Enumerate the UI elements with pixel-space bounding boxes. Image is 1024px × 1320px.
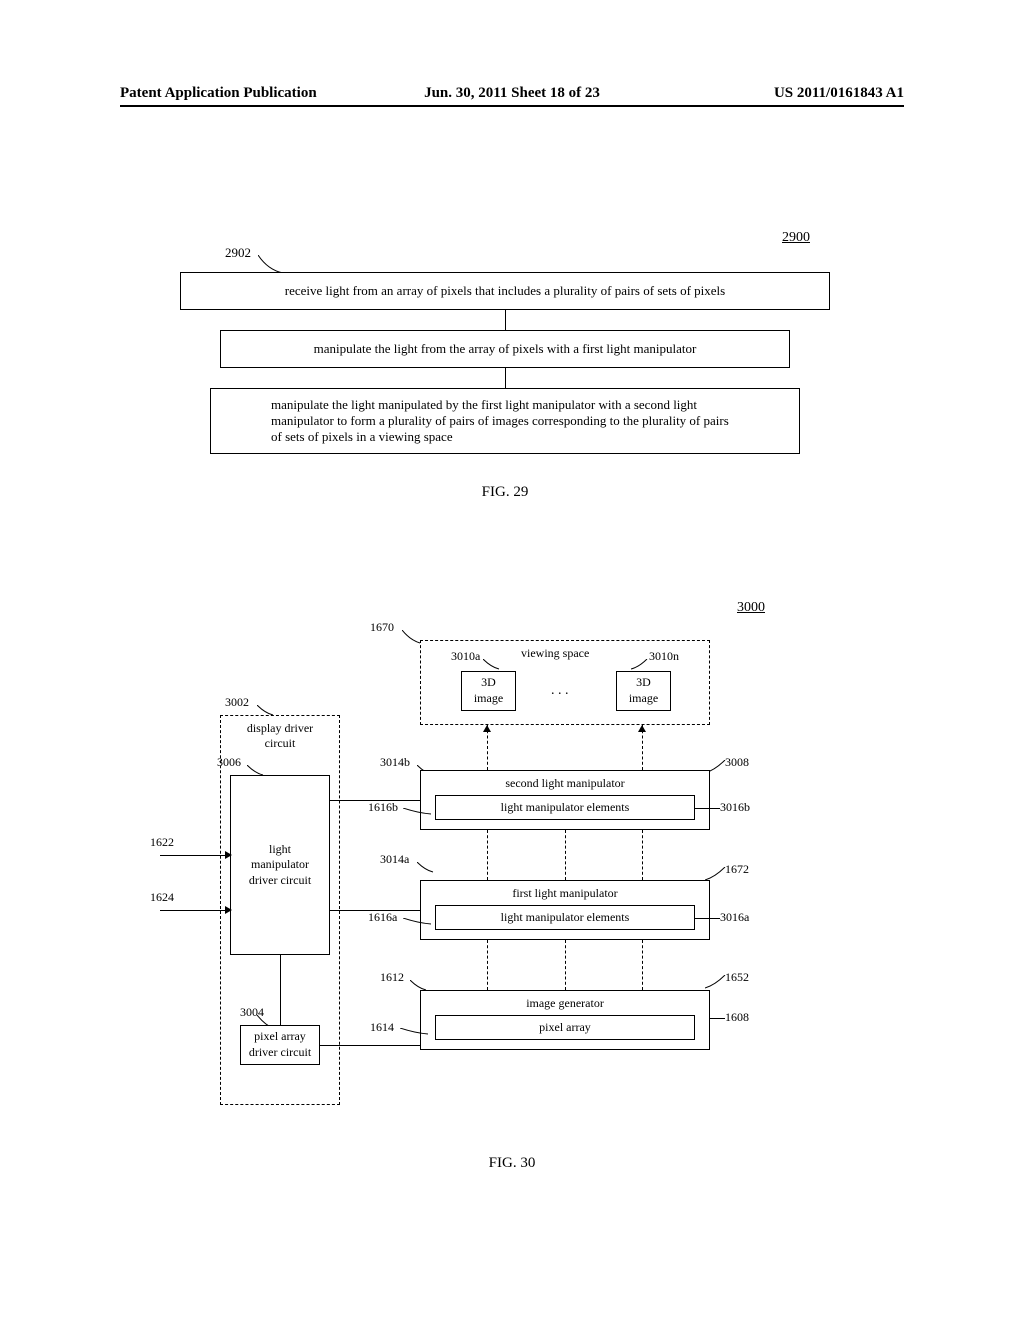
ref-2902: 2902 xyxy=(225,245,251,261)
ref-1614: 1614 xyxy=(370,1020,394,1035)
3d-image-n: 3D image xyxy=(616,671,671,711)
ref-3010n: 3010n xyxy=(649,649,679,664)
leader-3010n xyxy=(631,659,649,671)
step-2902-box: receive light from an array of pixels th… xyxy=(180,272,830,310)
fig30-number: 3000 xyxy=(737,600,765,616)
leader-1616b xyxy=(403,808,433,818)
arrow-a xyxy=(483,725,491,732)
ref-3016a: 3016a xyxy=(720,910,749,925)
page-header: Patent Application Publication Jun. 30, … xyxy=(0,85,1024,102)
leader-1608 xyxy=(710,1018,725,1019)
step-2906-text: manipulate the light manipulated by the … xyxy=(271,397,729,444)
header-center: Jun. 30, 2011 Sheet 18 of 23 xyxy=(381,85,642,102)
arrow-n xyxy=(638,725,646,732)
line-driver-v xyxy=(280,955,281,1025)
ref-3008: 3008 xyxy=(725,755,749,770)
ref-3006: 3006 xyxy=(217,755,241,770)
header-divider xyxy=(120,105,904,107)
step-2904-box: manipulate the light from the array of p… xyxy=(220,330,790,368)
dash-low-c xyxy=(642,940,643,990)
ref-1670: 1670 xyxy=(370,620,394,635)
image-generator-label: image generator xyxy=(526,996,604,1011)
ref-1616a: 1616a xyxy=(368,910,397,925)
light-manip-driver-box: light manipulator driver circuit xyxy=(230,775,330,955)
connector-2 xyxy=(505,368,506,388)
ref-1622: 1622 xyxy=(150,835,174,850)
dash-mid-a xyxy=(487,830,488,880)
light-manip-elements-b: light manipulator elements xyxy=(435,795,695,820)
line-1624 xyxy=(160,910,230,911)
header-right: US 2011/0161843 A1 xyxy=(643,85,904,102)
display-driver-label: display driver circuit xyxy=(221,721,339,751)
leader-1670 xyxy=(402,630,422,645)
fig29-caption: FIG. 29 xyxy=(180,484,830,501)
ref-1624: 1624 xyxy=(150,890,174,905)
figure-30: 3000 1670 viewing space 3010a 3010n 3D i… xyxy=(145,590,745,1120)
leader-3010a xyxy=(483,659,501,671)
dash-low-b xyxy=(565,940,566,990)
connector-1 xyxy=(505,310,506,330)
step-2906-box: manipulate the light manipulated by the … xyxy=(210,388,800,454)
viewing-space-label: viewing space xyxy=(521,646,589,661)
viewing-space-box: viewing space 3010a 3010n 3D image . . .… xyxy=(420,640,710,725)
leader-1652 xyxy=(705,975,727,990)
first-light-manip-label: first light manipulator xyxy=(512,886,617,901)
ref-3016b: 3016b xyxy=(720,800,750,815)
ref-1608: 1608 xyxy=(725,1010,749,1025)
leader-3014a xyxy=(417,862,435,874)
header-left: Patent Application Publication xyxy=(120,85,381,102)
fig29-number: 2900 xyxy=(782,230,810,246)
line-3014b xyxy=(330,800,420,801)
light-manip-elements-a: light manipulator elements xyxy=(435,905,695,930)
dash-mid-c xyxy=(642,830,643,880)
leader-1616a xyxy=(403,918,433,928)
ref-3010a: 3010a xyxy=(451,649,480,664)
ref-1616b: 1616b xyxy=(368,800,398,815)
arrow-1624 xyxy=(225,906,232,914)
arrow-1622 xyxy=(225,851,232,859)
line-pixel-driver xyxy=(320,1045,420,1046)
line-1622 xyxy=(160,855,230,856)
pixel-array-inner: pixel array xyxy=(435,1015,695,1040)
leader-3016a xyxy=(695,918,720,919)
step-2904-text: manipulate the light from the array of p… xyxy=(314,341,697,356)
line-3014a xyxy=(330,910,420,911)
dots-3d: . . . xyxy=(551,683,569,699)
leader-1614 xyxy=(400,1028,430,1038)
dash-low-a xyxy=(487,940,488,990)
pixel-array-driver-box: pixel array driver circuit xyxy=(240,1025,320,1065)
figure-29: 2900 2902 receive light from an array of… xyxy=(180,250,830,501)
ref-1652: 1652 xyxy=(725,970,749,985)
second-light-manip-label: second light manipulator xyxy=(505,776,624,791)
dash-mid-b xyxy=(565,830,566,880)
ref-1672: 1672 xyxy=(725,862,749,877)
ref-1612: 1612 xyxy=(380,970,404,985)
ref-3014b: 3014b xyxy=(380,755,410,770)
ref-3014a: 3014a xyxy=(380,852,409,867)
3d-image-a: 3D image xyxy=(461,671,516,711)
ref-3002: 3002 xyxy=(225,695,249,710)
step-2902-text: receive light from an array of pixels th… xyxy=(285,283,725,298)
leader-3016b xyxy=(695,808,720,809)
fig30-caption: FIG. 30 xyxy=(0,1155,1024,1172)
